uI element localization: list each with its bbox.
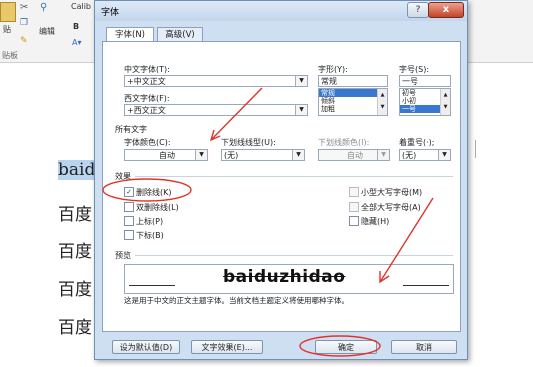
annotation-circle-strikethrough [102, 178, 192, 202]
annotation-arrow-to-strikethrough [209, 87, 263, 142]
annotation-circle-ok [299, 335, 381, 357]
annotation-overlay [102, 87, 434, 357]
annotation-arrow-to-preview [379, 197, 434, 284]
